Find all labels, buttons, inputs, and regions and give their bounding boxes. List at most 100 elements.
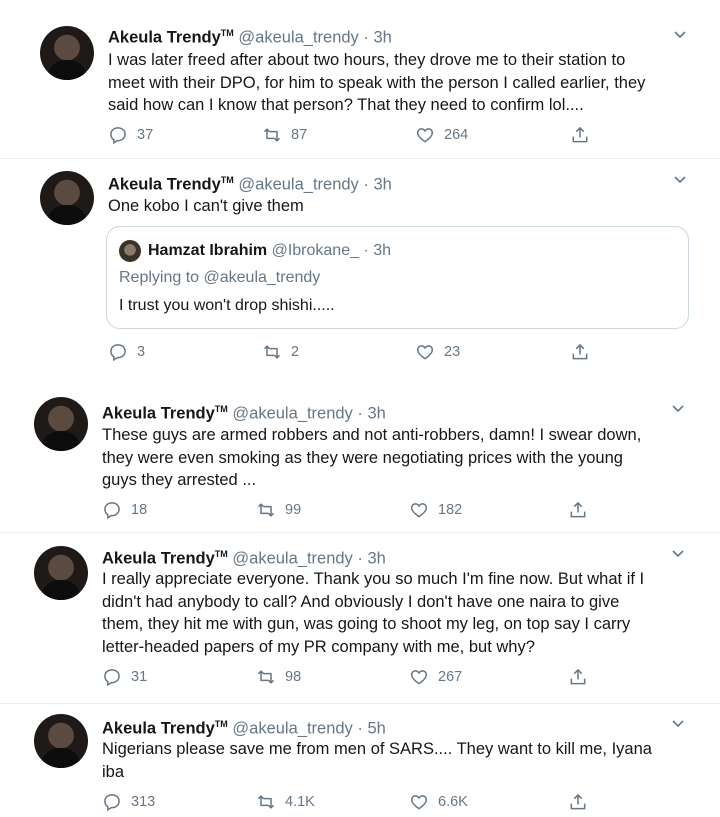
tweet-actions: 37 87 264 bbox=[108, 125, 588, 147]
tweet[interactable]: Akeula TrendyTM @akeula_trendy · 3h One … bbox=[0, 159, 720, 381]
avatar[interactable] bbox=[34, 546, 88, 600]
chevron-down-icon[interactable] bbox=[670, 715, 686, 731]
tweet-text: I really appreciate everyone. Thank you … bbox=[102, 570, 645, 656]
like-count: 264 bbox=[444, 127, 469, 143]
share-button[interactable] bbox=[568, 500, 597, 520]
author-handle[interactable]: @akeula_trendy bbox=[232, 720, 352, 738]
retweet-count: 98 bbox=[285, 669, 302, 685]
avatar[interactable] bbox=[40, 171, 94, 225]
share-icon bbox=[570, 793, 586, 810]
share-button[interactable] bbox=[568, 667, 597, 687]
chevron-down-icon[interactable] bbox=[670, 545, 686, 561]
tweet-text: These guys are armed robbers and not ant… bbox=[102, 426, 642, 489]
avatar[interactable] bbox=[34, 397, 88, 451]
avatar[interactable] bbox=[40, 26, 94, 80]
quoted-header: Hamzat Ibrahim @Ibrokane_ · 3h bbox=[148, 241, 391, 261]
timestamp[interactable]: 3h bbox=[374, 176, 392, 194]
like-count: 23 bbox=[444, 344, 461, 360]
reply-icon bbox=[104, 669, 120, 687]
tweet[interactable]: Akeula TrendyTM @akeula_trendy · 3h I wa… bbox=[0, 0, 720, 158]
author-name[interactable]: Akeula Trendy bbox=[108, 29, 221, 47]
chevron-down-icon[interactable] bbox=[670, 400, 686, 416]
separator: · bbox=[363, 28, 369, 47]
like-count: 182 bbox=[438, 502, 463, 518]
retweet-icon bbox=[257, 503, 275, 517]
retweet-button[interactable]: 99 bbox=[256, 500, 301, 520]
tweet-text: One kobo I can't give them bbox=[108, 197, 304, 215]
reply-button[interactable]: 18 bbox=[102, 500, 147, 520]
reply-button[interactable]: 37 bbox=[108, 125, 153, 145]
like-button[interactable]: 264 bbox=[415, 125, 468, 145]
heart-icon bbox=[410, 503, 428, 518]
share-button[interactable] bbox=[568, 792, 597, 812]
quoted-timestamp: 3h bbox=[373, 242, 392, 259]
timestamp[interactable]: 3h bbox=[374, 29, 392, 47]
chevron-down-icon[interactable] bbox=[672, 26, 688, 42]
separator: · bbox=[363, 242, 369, 259]
tweet[interactable]: Akeula TrendyTM @akeula_trendy · 3h I re… bbox=[0, 533, 720, 703]
author-name[interactable]: Akeula Trendy bbox=[102, 720, 215, 738]
retweet-button[interactable]: 98 bbox=[256, 667, 301, 687]
reply-icon bbox=[104, 794, 120, 812]
quoted-author-name: Hamzat Ibrahim bbox=[148, 242, 268, 259]
tweet-actions: 18 99 182 bbox=[102, 500, 586, 522]
trademark: TM bbox=[220, 28, 234, 38]
author-name[interactable]: Akeula Trendy bbox=[108, 176, 221, 194]
timestamp[interactable]: 3h bbox=[368, 405, 386, 423]
heart-icon bbox=[416, 128, 434, 143]
quoted-avatar bbox=[119, 240, 141, 262]
like-button[interactable]: 267 bbox=[409, 667, 462, 687]
share-button[interactable] bbox=[570, 342, 599, 362]
retweet-button[interactable]: 87 bbox=[262, 125, 307, 145]
separator: · bbox=[357, 404, 363, 423]
reply-button[interactable]: 31 bbox=[102, 667, 147, 687]
reply-icon bbox=[110, 127, 126, 145]
timestamp[interactable]: 3h bbox=[368, 550, 386, 568]
like-count: 267 bbox=[438, 669, 463, 685]
retweet-icon bbox=[263, 128, 281, 142]
like-button[interactable]: 182 bbox=[409, 500, 462, 520]
author-handle[interactable]: @akeula_trendy bbox=[232, 550, 352, 568]
author-handle[interactable]: @akeula_trendy bbox=[238, 176, 358, 194]
quoted-tweet[interactable]: Hamzat Ibrahim @Ibrokane_ · 3h Replying … bbox=[106, 226, 689, 329]
timestamp[interactable]: 5h bbox=[368, 720, 386, 738]
tweet[interactable]: Akeula TrendyTM @akeula_trendy · 5h Nige… bbox=[0, 704, 720, 817]
tweet-actions: 313 4.1K 6.6K bbox=[102, 792, 586, 814]
like-button[interactable]: 6.6K bbox=[409, 792, 468, 812]
avatar[interactable] bbox=[34, 714, 88, 768]
reply-button[interactable]: 3 bbox=[108, 342, 145, 362]
share-icon bbox=[572, 126, 588, 143]
tweet-header: Akeula TrendyTM @akeula_trendy · 3h bbox=[108, 22, 392, 49]
replying-to-handle: @akeula_trendy bbox=[203, 269, 321, 286]
trademark: TM bbox=[214, 549, 228, 559]
reply-count: 3 bbox=[137, 344, 146, 360]
reply-icon bbox=[104, 502, 120, 520]
chevron-down-icon[interactable] bbox=[672, 171, 688, 187]
tweet[interactable]: Akeula TrendyTM @akeula_trendy · 3h Thes… bbox=[0, 382, 720, 532]
author-handle[interactable]: @akeula_trendy bbox=[232, 405, 352, 423]
like-button[interactable]: 23 bbox=[415, 342, 460, 362]
heart-icon bbox=[416, 345, 434, 360]
reply-button[interactable]: 313 bbox=[102, 792, 155, 812]
retweet-icon bbox=[263, 345, 281, 359]
share-icon bbox=[570, 668, 586, 685]
retweet-count: 4.1K bbox=[285, 794, 315, 810]
retweet-button[interactable]: 4.1K bbox=[256, 792, 315, 812]
author-name[interactable]: Akeula Trendy bbox=[102, 405, 215, 423]
share-button[interactable] bbox=[570, 125, 599, 145]
replying-to: Replying to @akeula_trendy bbox=[119, 269, 320, 287]
quoted-text: I trust you won't drop shishi..... bbox=[119, 297, 335, 314]
tweet-text: Nigerians please save me from men of SAR… bbox=[102, 740, 652, 781]
heart-icon bbox=[410, 670, 428, 685]
tweet-header: Akeula TrendyTM @akeula_trendy · 3h bbox=[102, 543, 386, 570]
reply-count: 37 bbox=[137, 127, 154, 143]
retweet-count: 2 bbox=[291, 344, 300, 360]
reply-count: 18 bbox=[131, 502, 148, 518]
trademark: TM bbox=[214, 404, 228, 414]
reply-icon bbox=[110, 344, 126, 362]
author-handle[interactable]: @akeula_trendy bbox=[238, 29, 358, 47]
separator: · bbox=[357, 549, 363, 568]
retweet-button[interactable]: 2 bbox=[262, 342, 299, 362]
author-name[interactable]: Akeula Trendy bbox=[102, 550, 215, 568]
trademark: TM bbox=[220, 175, 234, 185]
